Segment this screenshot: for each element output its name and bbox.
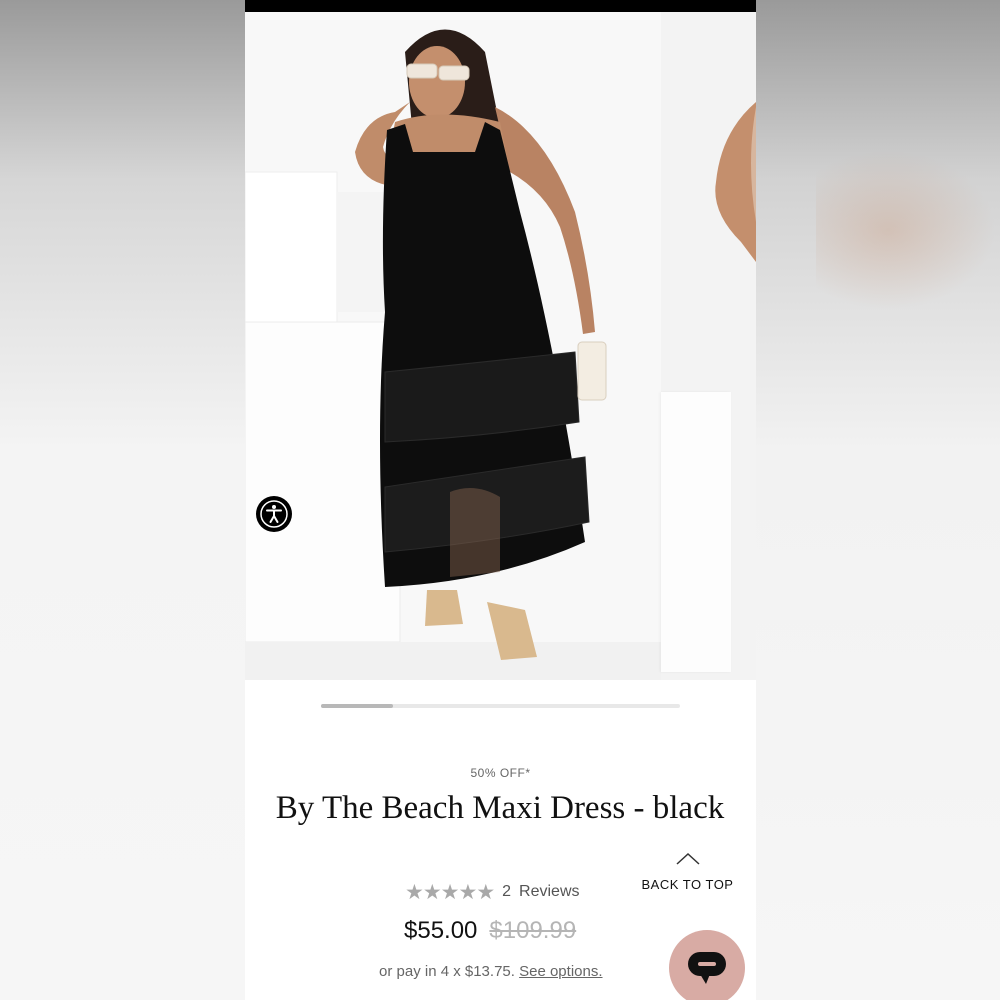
accessibility-button[interactable]: [256, 496, 292, 532]
chevron-up-icon: [675, 852, 700, 865]
see-options-link[interactable]: See options.: [519, 963, 602, 980]
sale-price: $55.00: [404, 917, 478, 944]
accessibility-icon: [260, 500, 288, 528]
installment-text: or pay in 4 x $13.75.: [379, 963, 515, 980]
chat-button[interactable]: [669, 930, 745, 1000]
star-icon: ★: [405, 880, 424, 904]
next-photo-studio-block: [661, 392, 731, 672]
mobile-screen: 50% OFF* By The Beach Maxi Dress - black…: [245, 0, 756, 1000]
star-icon: ★: [422, 880, 442, 904]
star-icon: ★: [440, 880, 460, 904]
blurred-backdrop-right: [756, 0, 1000, 1000]
rating-stars: ★★★★★: [405, 880, 495, 905]
review-count[interactable]: 2: [502, 883, 511, 901]
blurred-backdrop-left: [0, 0, 245, 1000]
status-bar: [245, 0, 756, 12]
gallery-scroll-indicator[interactable]: [321, 704, 680, 708]
back-to-top-label: BACK TO TOP: [641, 877, 734, 892]
product-photo-next-peek[interactable]: [661, 12, 756, 680]
product-photo-main[interactable]: [245, 12, 661, 680]
product-image-gallery[interactable]: [245, 12, 756, 680]
next-photo-model-arm-image: [715, 102, 756, 262]
gallery-scroll-thumb[interactable]: [321, 704, 393, 708]
original-price: $109.99: [489, 917, 577, 944]
product-rating[interactable]: ★★★★★ 2 Reviews: [405, 880, 580, 904]
price-row: $55.00 $109.99: [404, 917, 576, 945]
discount-label: 50% OFF*: [470, 766, 531, 780]
product-title: By The Beach Maxi Dress - black: [275, 790, 725, 826]
model-in-black-maxi-dress-image: [245, 29, 661, 680]
installment-info: or pay in 4 x $13.75. See options.: [379, 963, 603, 980]
reviews-link[interactable]: Reviews: [519, 883, 579, 901]
chat-icon: [688, 952, 726, 984]
star-icon: ★: [476, 880, 495, 904]
back-to-top-button[interactable]: BACK TO TOP: [635, 852, 740, 892]
star-icon: ★: [458, 880, 477, 904]
